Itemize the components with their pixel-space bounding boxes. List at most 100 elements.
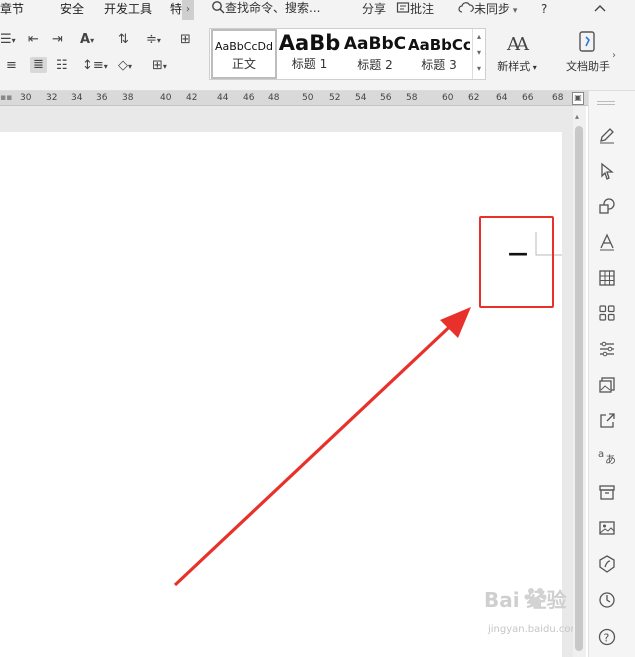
menu-item-special[interactable]: 特 bbox=[170, 1, 182, 17]
picture-icon[interactable] bbox=[597, 518, 617, 538]
text-direction-icon[interactable]: A▾ bbox=[80, 32, 94, 49]
sync-status[interactable]: 未同步 ▾ bbox=[458, 1, 517, 19]
table-grid-icon[interactable]: ⊞ bbox=[180, 32, 191, 48]
vertical-scrollbar[interactable]: ▴ bbox=[573, 106, 586, 657]
bullet-list-icon[interactable]: ☰▾ bbox=[0, 32, 16, 49]
document-assistant-icon bbox=[579, 31, 595, 52]
search-placeholder: 查找命令、搜索... bbox=[225, 1, 321, 15]
style-label: 标题 3 bbox=[421, 58, 457, 72]
style-label: 正文 bbox=[231, 57, 256, 71]
command-search[interactable]: 查找命令、搜索... bbox=[211, 0, 341, 18]
panel-handle bbox=[597, 101, 615, 105]
style-heading-1[interactable]: AaBb 标题 1 bbox=[278, 29, 341, 79]
style-normal[interactable]: AaBbCcDd 正文 bbox=[211, 29, 277, 79]
new-style-button[interactable]: A A 新样式 ▾ bbox=[492, 30, 542, 74]
menu-more-chevron-icon[interactable]: › bbox=[182, 0, 194, 20]
comment-button[interactable]: 批注 bbox=[396, 1, 434, 17]
ruler-number: 58 bbox=[406, 93, 418, 103]
right-side-panel: aあ ? bbox=[588, 91, 635, 657]
ribbon-more-chevron-icon[interactable]: › bbox=[612, 50, 616, 61]
style-heading-2[interactable]: AaBbC 标题 2 bbox=[343, 29, 407, 79]
settings-icon[interactable] bbox=[597, 339, 617, 359]
annotation-arrow bbox=[173, 307, 471, 587]
styles-gallery: AaBbCcDd 正文 AaBb 标题 1 AaBbC 标题 2 AaBbCc … bbox=[209, 28, 486, 80]
paw-icon bbox=[524, 588, 547, 607]
ruler-number: 46 bbox=[243, 93, 255, 103]
align-right-icon[interactable]: ≡ bbox=[6, 58, 17, 74]
ruler-number: 50 bbox=[302, 93, 314, 103]
ruler-number: 42 bbox=[186, 93, 198, 103]
comment-label: 批注 bbox=[410, 2, 435, 16]
style-sample: AaBbC bbox=[343, 34, 407, 54]
ruler-number: 60 bbox=[442, 93, 454, 103]
archive-icon[interactable] bbox=[597, 482, 617, 502]
style-label: 标题 2 bbox=[357, 58, 393, 72]
share-icon[interactable] bbox=[597, 411, 617, 431]
document-assistant-label: 文档助手 bbox=[566, 60, 610, 73]
sync-label: 未同步 bbox=[474, 2, 511, 16]
translate-icon[interactable]: aあ bbox=[597, 446, 617, 466]
horizontal-ruler: ▪▪ 30 32 34 36 38 40 42 44 46 48 50 52 5… bbox=[0, 91, 588, 106]
ruler-number: 34 bbox=[71, 93, 83, 103]
shading-icon[interactable]: ◇▾ bbox=[118, 58, 132, 75]
pen-icon[interactable] bbox=[597, 125, 617, 145]
chevron-up-icon bbox=[594, 5, 606, 12]
border-icon[interactable]: ⊞▾ bbox=[152, 58, 167, 75]
cloud-icon bbox=[458, 2, 474, 13]
svg-text:?: ? bbox=[604, 632, 610, 645]
style-sample: AaBb bbox=[278, 31, 341, 55]
ruler-number: 40 bbox=[160, 93, 172, 103]
image-gallery-icon[interactable] bbox=[597, 375, 617, 395]
ruler-number: 32 bbox=[46, 93, 58, 103]
help-icon[interactable]: ? bbox=[597, 627, 617, 647]
ruler-toggle-icon[interactable]: ▣ bbox=[572, 92, 584, 105]
table-icon[interactable] bbox=[597, 268, 617, 288]
justify-icon[interactable]: ≣ bbox=[30, 57, 47, 73]
ruler-number: 44 bbox=[217, 93, 229, 103]
watermark-url: jingyan.baidu.com bbox=[488, 624, 581, 635]
apps-icon[interactable] bbox=[597, 303, 617, 323]
svg-text:a: a bbox=[598, 449, 604, 460]
style-heading-3[interactable]: AaBbCc 标题 3 bbox=[408, 29, 470, 79]
svg-text:あ: あ bbox=[605, 453, 616, 466]
document-page[interactable]: — Bai 经验 jingyan.baidu.com bbox=[0, 132, 580, 657]
sort-icon[interactable]: ⇅ bbox=[118, 32, 129, 48]
style-sample: AaBbCcDd bbox=[215, 40, 273, 53]
ruler-number: 38 bbox=[122, 93, 134, 103]
shield-icon[interactable] bbox=[597, 554, 617, 574]
new-style-icon: A A bbox=[506, 34, 530, 55]
ruler-number: 30 bbox=[20, 93, 32, 103]
ruler-number: 68 bbox=[552, 93, 564, 103]
ruler-number: 36 bbox=[96, 93, 108, 103]
style-label: 标题 1 bbox=[291, 57, 328, 71]
share-button[interactable]: 分享 bbox=[362, 1, 386, 17]
ruler-number: 66 bbox=[522, 93, 534, 103]
menu-bar: 章节 安全 开发工具 特 › 查找命令、搜索... 分享 批注 未同步 ▾ ? bbox=[0, 0, 635, 20]
collapse-ribbon-button[interactable] bbox=[593, 2, 607, 18]
style-sample: AaBbCc bbox=[408, 36, 470, 54]
scroll-thumb[interactable] bbox=[575, 126, 583, 651]
text-icon[interactable] bbox=[597, 232, 617, 252]
distributed-align-icon[interactable]: ☷ bbox=[56, 58, 68, 74]
scroll-up-icon[interactable]: ▴ bbox=[575, 112, 579, 121]
decrease-indent-icon[interactable]: ⇤ bbox=[28, 32, 39, 48]
highlight-box bbox=[479, 216, 554, 308]
increase-indent-icon[interactable]: ⇥ bbox=[52, 32, 63, 48]
help-button[interactable]: ? bbox=[541, 1, 547, 17]
shapes-icon[interactable] bbox=[597, 196, 617, 216]
svg-text:A: A bbox=[515, 34, 530, 54]
history-icon[interactable] bbox=[597, 590, 617, 610]
menu-item-developer-tools[interactable]: 开发工具 bbox=[104, 1, 152, 17]
ruler-number: 64 bbox=[496, 93, 508, 103]
new-style-label: 新样式 bbox=[497, 60, 531, 73]
styles-scroll[interactable]: ▴ ▾ ▾ bbox=[472, 29, 485, 79]
select-icon[interactable] bbox=[597, 161, 617, 181]
menu-item-security[interactable]: 安全 bbox=[60, 1, 84, 17]
menu-item-chapter[interactable]: 章节 bbox=[0, 1, 24, 17]
line-spacing-options-icon[interactable]: ≑▾ bbox=[146, 32, 161, 49]
document-area: — Bai 经验 jingyan.baidu.com bbox=[0, 106, 580, 657]
document-assistant-button[interactable]: 文档助手 bbox=[560, 30, 616, 74]
line-spacing-icon[interactable]: ↕≡▾ bbox=[82, 58, 108, 75]
ruler-number: 62 bbox=[468, 93, 480, 103]
ruler-number: 56 bbox=[380, 93, 392, 103]
